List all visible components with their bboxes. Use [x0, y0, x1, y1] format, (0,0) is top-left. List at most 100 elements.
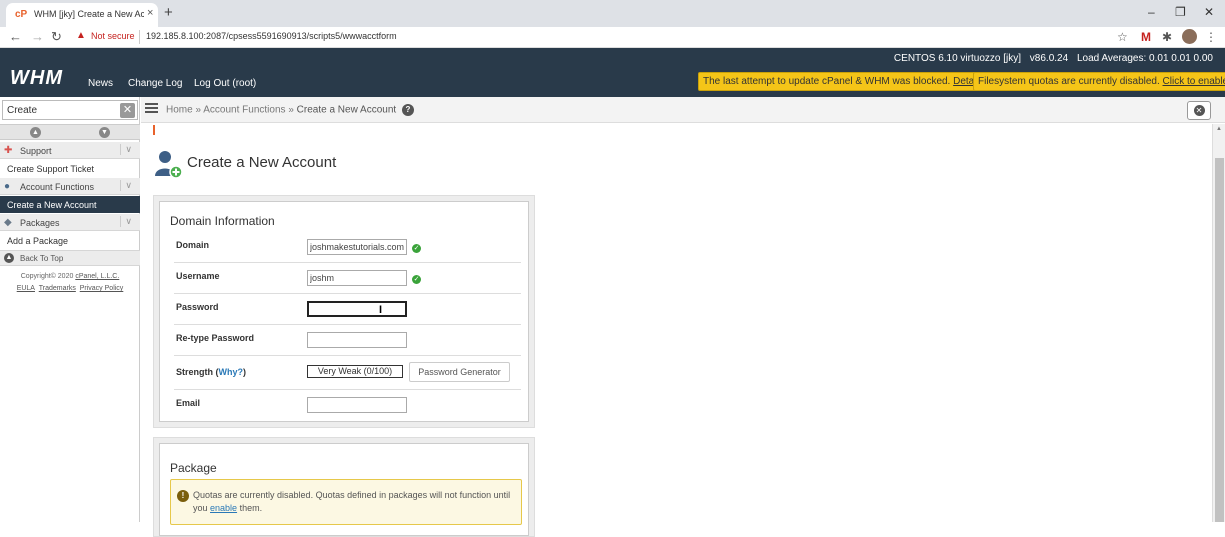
gmail-extension-icon[interactable]: M [1141, 30, 1151, 44]
expand-all-icon[interactable]: ▼ [99, 127, 110, 138]
sidebar: ✕ ▲ ▼ ✚ Support ∨ Create Support Ticket … [0, 97, 140, 522]
password-strength-meter: Very Weak (0/100) [307, 365, 403, 378]
browser-tab[interactable]: cP WHM [jky] Create a New Account × [6, 3, 158, 27]
update-alert-text: The last attempt to update cPanel & WHM … [703, 76, 951, 87]
page-title: Create a New Account [187, 154, 337, 171]
sidebar-item-create-new-account[interactable]: Create a New Account [0, 196, 140, 213]
chevron-down-icon[interactable]: ∨ [120, 180, 132, 191]
section-title: Package [170, 461, 217, 475]
chevron-down-icon[interactable]: ∨ [120, 144, 132, 155]
trademarks-link[interactable]: Trademarks [39, 285, 76, 292]
strength-why-link[interactable]: Why? [219, 367, 244, 377]
section-title: Domain Information [170, 214, 275, 228]
bookmark-star-icon[interactable]: ☆ [1117, 30, 1128, 44]
close-panel-button[interactable]: ✕ [1187, 101, 1211, 120]
valid-check-icon: ✓ [412, 275, 421, 284]
strength-row: Strength (Why?) Very Weak (0/100) Passwo… [174, 356, 521, 390]
warning-icon: ▲ [76, 30, 86, 41]
tab-close-icon[interactable]: × [147, 7, 153, 19]
username-input[interactable] [307, 270, 407, 286]
server-name: CENTOS 6.10 virtuozzo [jky] [893, 53, 1022, 64]
packages-icon: ◆ [4, 217, 12, 228]
enable-quotas-link[interactable]: Click to enable. [1163, 76, 1225, 87]
address-divider [139, 30, 140, 44]
close-circle-icon: ✕ [1193, 105, 1205, 116]
system-info: CENTOS 6.10 virtuozzo [jky] v86.0.24 Loa… [888, 53, 1213, 64]
sidebar-category-account-functions[interactable]: ● Account Functions ∨ [0, 178, 140, 195]
breadcrumb-current: Create a New Account [296, 104, 397, 116]
new-tab-button[interactable]: + [164, 4, 173, 21]
scrollbar-thumb[interactable] [1215, 158, 1224, 522]
help-icon[interactable]: ? [401, 104, 414, 116]
window-close-icon[interactable]: ✕ [1204, 5, 1214, 19]
password-generator-button[interactable]: Password Generator [409, 362, 510, 382]
browser-tab-bar: cP WHM [jky] Create a New Account × + – … [0, 0, 1225, 27]
menu-toggle-icon[interactable] [145, 103, 158, 113]
minimize-icon[interactable]: – [1148, 5, 1155, 19]
quota-disabled-alert: Filesystem quotas are currently disabled… [973, 72, 1225, 91]
forward-icon[interactable]: → [31, 29, 44, 44]
quota-warning-text: Quotas are currently disabled. Quotas de… [193, 489, 513, 515]
text-cursor-icon: I [379, 304, 383, 316]
load-averages: Load Averages: 0.01 0.01 0.00 [1076, 53, 1213, 64]
breadcrumb-bar: Home » Account Functions » Create a New … [141, 97, 1225, 123]
sidebar-item-add-package[interactable]: Add a Package [0, 232, 140, 249]
maximize-icon[interactable]: ❐ [1175, 5, 1186, 19]
reload-icon[interactable]: ↻ [51, 29, 62, 45]
profile-avatar[interactable] [1182, 29, 1197, 44]
category-label: Support [20, 146, 52, 156]
password-label: Password [176, 302, 219, 312]
add-user-icon [155, 151, 182, 179]
valid-check-icon: ✓ [412, 244, 421, 253]
exclamation-icon: ! [177, 490, 189, 502]
strength-label: Strength (Why?) [176, 367, 246, 377]
expand-collapse-row: ▲ ▼ [0, 124, 140, 140]
whm-logo[interactable]: WHM [10, 67, 63, 90]
main-content: Create a New Account Domain Information … [141, 124, 1209, 537]
browser-menu-icon[interactable]: ⋮ [1205, 30, 1217, 44]
extensions-puzzle-icon[interactable]: ✱ [1162, 30, 1172, 44]
back-to-top-label: Back To Top [20, 254, 64, 263]
quota-warning-alert: ! Quotas are currently disabled. Quotas … [170, 479, 522, 525]
email-label: Email [176, 398, 201, 408]
support-lifebuoy-icon: ✚ [4, 145, 13, 156]
user-icon: ● [4, 181, 11, 192]
breadcrumb-account-functions[interactable]: Account Functions [203, 105, 285, 116]
cpanel-link[interactable]: cPanel, L.L.C. [75, 273, 119, 280]
url-text[interactable]: 192.185.8.100:2087/cpsess5591690913/scri… [146, 31, 397, 41]
nav-news[interactable]: News [88, 78, 113, 89]
nav-change-log[interactable]: Change Log [128, 78, 183, 89]
page-scrollbar[interactable]: ▲ [1212, 124, 1225, 522]
back-to-top[interactable]: ▲ Back To Top [0, 250, 140, 266]
clear-search-icon[interactable]: ✕ [120, 103, 135, 118]
collapse-all-icon[interactable]: ▲ [30, 127, 41, 138]
email-row: Email [174, 390, 521, 421]
domain-information-panel: Domain Information Domain ✓ Username ✓ P… [153, 195, 535, 428]
domain-input[interactable] [307, 239, 407, 255]
quota-alert-text: Filesystem quotas are currently disabled… [978, 76, 1160, 87]
breadcrumb-home[interactable]: Home [166, 105, 193, 116]
sidebar-category-packages[interactable]: ◆ Packages ∨ [0, 214, 140, 231]
sidebar-item-create-support-ticket[interactable]: Create Support Ticket [0, 160, 140, 177]
category-label: Account Functions [20, 182, 95, 192]
enable-quotas-link[interactable]: enable [210, 503, 237, 513]
breadcrumb-separator: » [288, 104, 294, 116]
password-input[interactable]: I [307, 301, 407, 317]
back-icon[interactable]: ← [9, 29, 22, 44]
retype-password-input[interactable] [307, 332, 407, 348]
privacy-policy-link[interactable]: Privacy Policy [80, 285, 124, 292]
quota-text-2: them. [239, 503, 263, 513]
package-panel: Package ! Quotas are currently disabled.… [153, 437, 535, 537]
sidebar-category-support[interactable]: ✚ Support ∨ [0, 142, 140, 159]
nav-logout[interactable]: Log Out (root) [194, 78, 256, 89]
address-bar: ← → ↻ ▲ Not secure 192.185.8.100:2087/cp… [0, 27, 1225, 48]
sidebar-search-input[interactable] [7, 103, 115, 118]
domain-label: Domain [176, 240, 210, 250]
scroll-up-icon[interactable]: ▲ [1216, 126, 1222, 132]
not-secure-label[interactable]: Not secure [91, 31, 135, 41]
chevron-down-icon[interactable]: ∨ [120, 216, 132, 227]
copyright-text: Copyright© 2020 [20, 273, 74, 280]
cpanel-favicon-icon: cP [15, 9, 28, 20]
email-input[interactable] [307, 397, 407, 413]
eula-link[interactable]: EULA [17, 285, 35, 292]
